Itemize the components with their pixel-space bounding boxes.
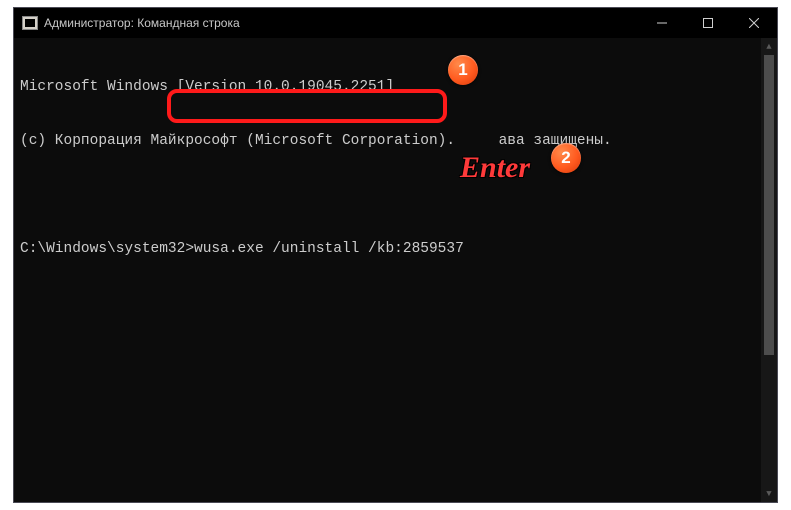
maximize-button[interactable]	[685, 8, 731, 38]
console-blank-line	[20, 186, 771, 204]
scrollbar-thumb[interactable]	[764, 55, 774, 355]
titlebar[interactable]: Администратор: Командная строка	[14, 8, 777, 38]
window-title: Администратор: Командная строка	[44, 16, 639, 30]
cmd-window: Администратор: Командная строка Microsof…	[13, 7, 778, 503]
console-prompt-line: C:\Windows\system32>wusa.exe /uninstall …	[20, 240, 771, 258]
vertical-scrollbar[interactable]: ▲ ▼	[761, 38, 777, 502]
terminal-area[interactable]: Microsoft Windows [Version 10.0.19045.22…	[14, 38, 777, 502]
window-controls	[639, 8, 777, 38]
scroll-down-arrow-icon[interactable]: ▼	[761, 485, 777, 502]
copyright-right: ава защищены.	[499, 133, 612, 149]
prompt: C:\Windows\system32>	[20, 241, 194, 257]
copyright-left: (c) Корпорация Майкрософт (Microsoft Cor…	[20, 133, 464, 149]
console-line-version: Microsoft Windows [Version 10.0.19045.22…	[20, 78, 771, 96]
command-text: wusa.exe /uninstall /kb:2859537	[194, 241, 464, 257]
scroll-up-arrow-icon[interactable]: ▲	[761, 38, 777, 55]
close-button[interactable]	[731, 8, 777, 38]
minimize-button[interactable]	[639, 8, 685, 38]
cmd-icon	[22, 16, 38, 30]
console-line-copyright: (c) Корпорация Майкрософт (Microsoft Cor…	[20, 132, 771, 150]
